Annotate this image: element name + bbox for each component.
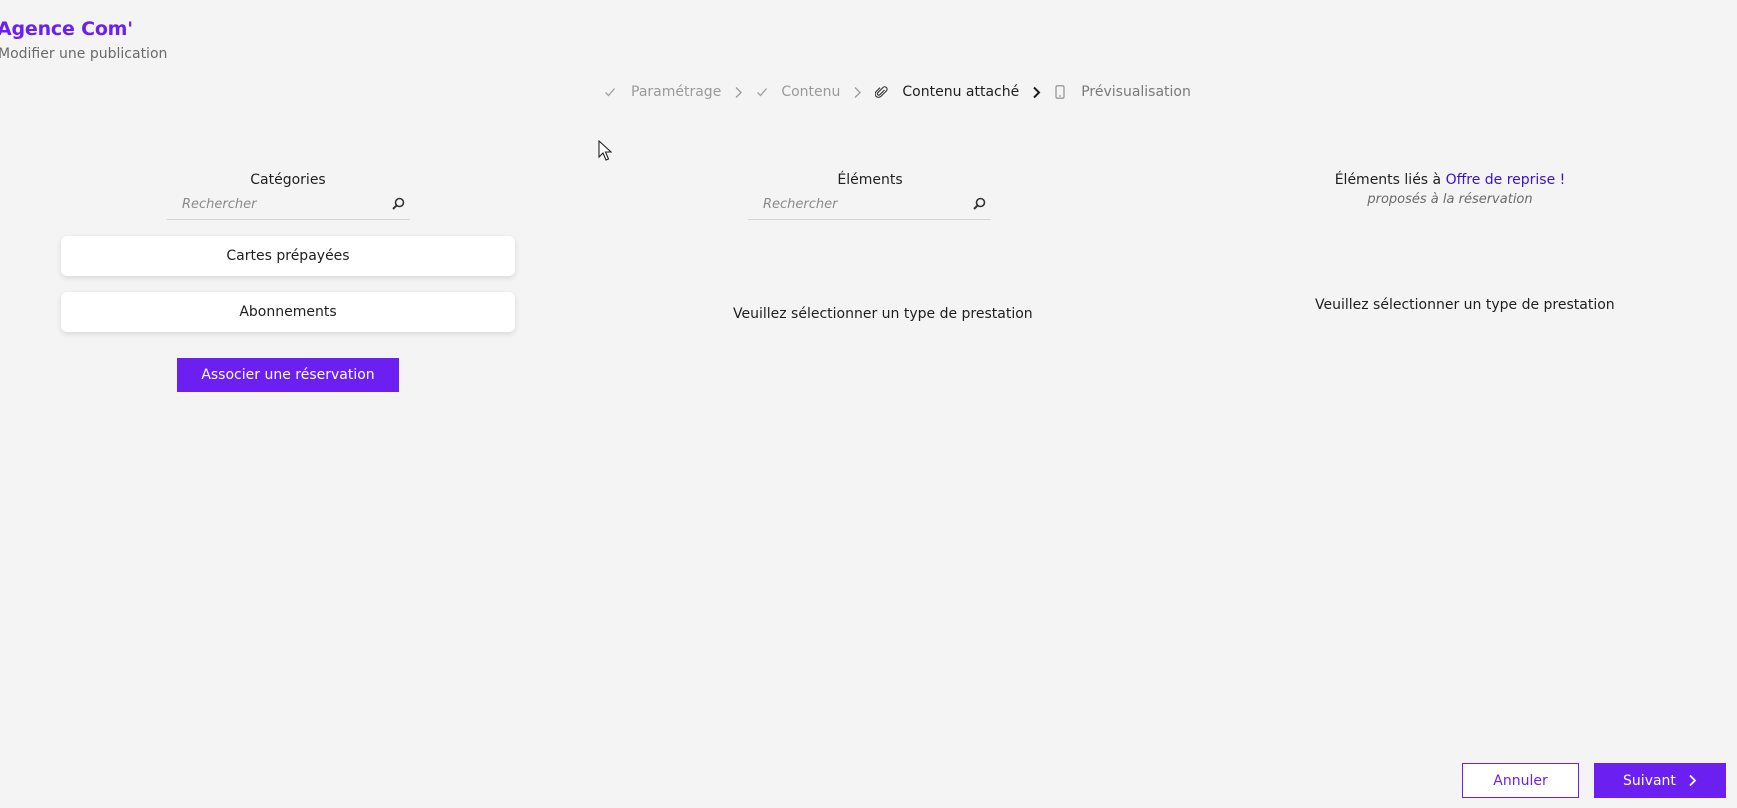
search-icon[interactable] [971, 196, 987, 212]
chevron-right-icon [850, 85, 864, 99]
check-icon [755, 85, 769, 99]
step-label: Contenu [781, 84, 841, 100]
page-header: Agence Com' Modifier une publication [0, 18, 167, 62]
elements-empty-message: Veuillez sélectionner un type de prestat… [733, 306, 1033, 322]
linked-elements-subtitle: proposés à la réservation [1367, 192, 1533, 207]
paperclip-icon [874, 85, 888, 99]
mouse-cursor-icon [598, 139, 613, 166]
associate-reservation-button[interactable]: Associer une réservation [177, 358, 399, 392]
check-icon [603, 85, 617, 99]
step-parametrage[interactable]: Paramétrage [603, 84, 721, 100]
elements-search-input[interactable] [748, 192, 958, 217]
category-label: Abonnements [239, 304, 337, 320]
category-item-abonnements[interactable]: Abonnements [61, 292, 515, 332]
categories-search [167, 190, 410, 220]
category-label: Cartes prépayées [226, 248, 350, 264]
step-contenu-attache[interactable]: Contenu attaché [874, 84, 1019, 100]
page-subtitle: Modifier une publication [0, 46, 168, 62]
step-contenu[interactable]: Contenu [755, 84, 840, 100]
elements-title: Éléments [837, 172, 903, 188]
chevron-right-icon [1029, 85, 1043, 99]
categories-search-input[interactable] [167, 192, 377, 217]
step-previsualisation[interactable]: Prévisualisation [1053, 84, 1191, 100]
categories-title: Catégories [250, 172, 326, 188]
step-label: Contenu attaché [902, 84, 1020, 100]
linked-empty-message: Veuillez sélectionner un type de prestat… [1315, 297, 1615, 313]
step-label: Paramétrage [631, 84, 722, 100]
next-button-label: Suivant [1623, 772, 1676, 789]
chevron-right-icon [1688, 774, 1697, 787]
cancel-button[interactable]: Annuler [1462, 763, 1579, 798]
step-label: Prévisualisation [1081, 84, 1191, 100]
chevron-right-icon [731, 85, 745, 99]
linked-title-prefix: Éléments liés à [1334, 172, 1446, 188]
mobile-icon [1053, 85, 1067, 99]
elements-search [748, 190, 991, 220]
app-title: Agence Com' [0, 18, 133, 40]
next-button[interactable]: Suivant [1594, 763, 1726, 798]
linked-elements-title: Éléments liés à Offre de reprise ! [1250, 172, 1650, 188]
search-icon[interactable] [390, 196, 406, 212]
stepper: Paramétrage Contenu Contenu attaché Prév… [603, 84, 1191, 100]
category-item-cartes-prepayees[interactable]: Cartes prépayées [61, 236, 515, 276]
linked-offer-name: Offre de reprise ! [1445, 172, 1566, 188]
